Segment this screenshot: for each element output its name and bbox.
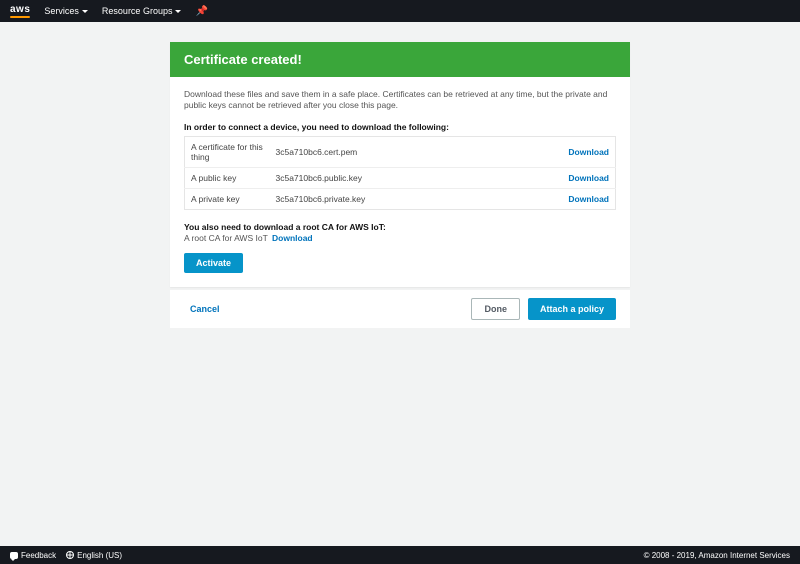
chevron-down-icon (175, 10, 181, 13)
language-selector[interactable]: English (US) (66, 551, 122, 560)
chevron-down-icon (82, 10, 88, 13)
attach-policy-button[interactable]: Attach a policy (528, 298, 616, 320)
download-link-cert[interactable]: Download (568, 147, 609, 157)
card-body: Download these files and save them in a … (170, 77, 630, 287)
done-button[interactable]: Done (471, 298, 520, 320)
certificate-card: Certificate created! Download these file… (170, 42, 630, 287)
download-link-private[interactable]: Download (568, 194, 609, 204)
banner-title: Certificate created! (184, 52, 302, 67)
table-row: A private key 3c5a710bc6.private.key Dow… (185, 188, 616, 209)
status-bar: Feedback English (US) © 2008 - 2019, Ama… (0, 546, 800, 564)
nav-resource-groups[interactable]: Resource Groups (102, 6, 182, 16)
file-desc: A certificate for this thing (185, 136, 270, 167)
nav-services-label: Services (44, 6, 79, 16)
pin-icon[interactable]: 📌 (195, 6, 207, 17)
top-navbar: aws Services Resource Groups 📌 (0, 0, 800, 22)
root-ca-prefix: A root CA for AWS IoT (184, 233, 268, 243)
cancel-button[interactable]: Cancel (184, 299, 226, 319)
globe-icon (66, 551, 74, 559)
root-ca-section: You also need to download a root CA for … (184, 222, 616, 243)
file-desc: A public key (185, 167, 270, 188)
file-name: 3c5a710bc6.cert.pem (270, 136, 497, 167)
notice-text: Download these files and save them in a … (184, 89, 616, 112)
files-table: A certificate for this thing 3c5a710bc6.… (184, 136, 616, 210)
feedback-link[interactable]: Feedback (10, 551, 56, 560)
table-row: A certificate for this thing 3c5a710bc6.… (185, 136, 616, 167)
feedback-icon (10, 552, 18, 559)
copyright-text: © 2008 - 2019, Amazon Internet Services (644, 551, 790, 560)
nav-resource-groups-label: Resource Groups (102, 6, 173, 16)
certificate-panel: Certificate created! Download these file… (170, 42, 630, 328)
file-name: 3c5a710bc6.public.key (270, 167, 497, 188)
aws-logo[interactable]: aws (10, 4, 30, 18)
language-label: English (US) (77, 551, 122, 560)
file-desc: A private key (185, 188, 270, 209)
main-area: Certificate created! Download these file… (0, 22, 800, 546)
root-ca-header: You also need to download a root CA for … (184, 222, 616, 232)
feedback-label: Feedback (21, 551, 56, 560)
download-link-public[interactable]: Download (568, 173, 609, 183)
activate-button[interactable]: Activate (184, 253, 243, 273)
nav-services[interactable]: Services (44, 6, 88, 16)
table-row: A public key 3c5a710bc6.public.key Downl… (185, 167, 616, 188)
success-banner: Certificate created! (170, 42, 630, 77)
download-link-rootca[interactable]: Download (272, 233, 313, 243)
wizard-footer: Cancel Done Attach a policy (170, 290, 630, 328)
instruction-text: In order to connect a device, you need t… (184, 122, 616, 132)
file-name: 3c5a710bc6.private.key (270, 188, 497, 209)
root-ca-line: A root CA for AWS IoT Download (184, 233, 616, 243)
